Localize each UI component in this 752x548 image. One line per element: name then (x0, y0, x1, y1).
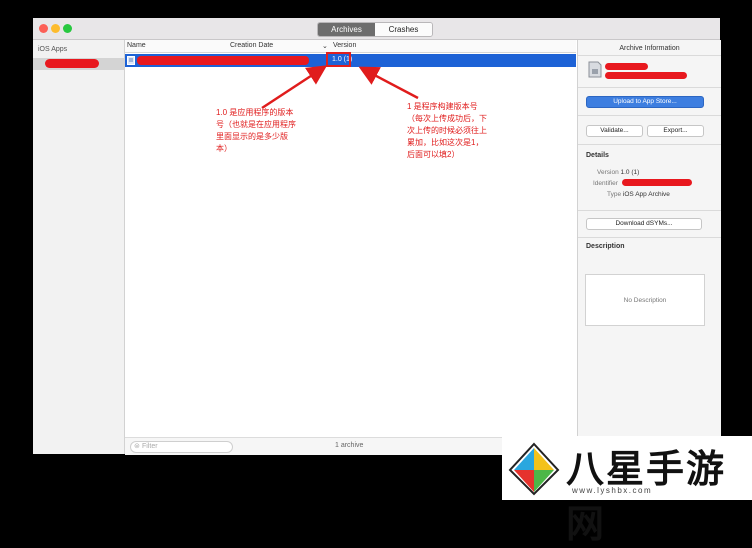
annotation-line: 本） (216, 144, 232, 153)
arrow-to-build (358, 66, 419, 100)
annotation-line: 1 是程序构建版本号 (407, 102, 478, 111)
watermark-url: www.lyshbx.com (572, 486, 653, 495)
annotation-line: 后面可以填2） (407, 150, 460, 159)
annotation-line: 号（也就是在应用程序 (216, 120, 296, 129)
watermark-logo: 八星手游网 www.lyshbx.com (502, 436, 752, 546)
site-logo-icon (508, 442, 560, 496)
annotation-line: 里面显示的是多少版 (216, 132, 288, 141)
annotation-line: 1.0 是应用程序的版本 (216, 108, 294, 117)
annotation-version-note: 1.0 是应用程序的版本 号（也就是在应用程序 里面显示的是多少版 本） (216, 107, 296, 155)
annotation-line: 次上传的时候必须往上 (407, 126, 487, 135)
arrow-to-version (261, 65, 328, 110)
annotation-line: 累加，比如这次是1， (407, 138, 484, 147)
annotation-line: （每次上传成功后，下 (407, 114, 487, 123)
annotation-build-note: 1 是程序构建版本号 （每次上传成功后，下 次上传的时候必须往上 累加，比如这次… (407, 101, 487, 161)
annotation-arrows (261, 65, 419, 110)
